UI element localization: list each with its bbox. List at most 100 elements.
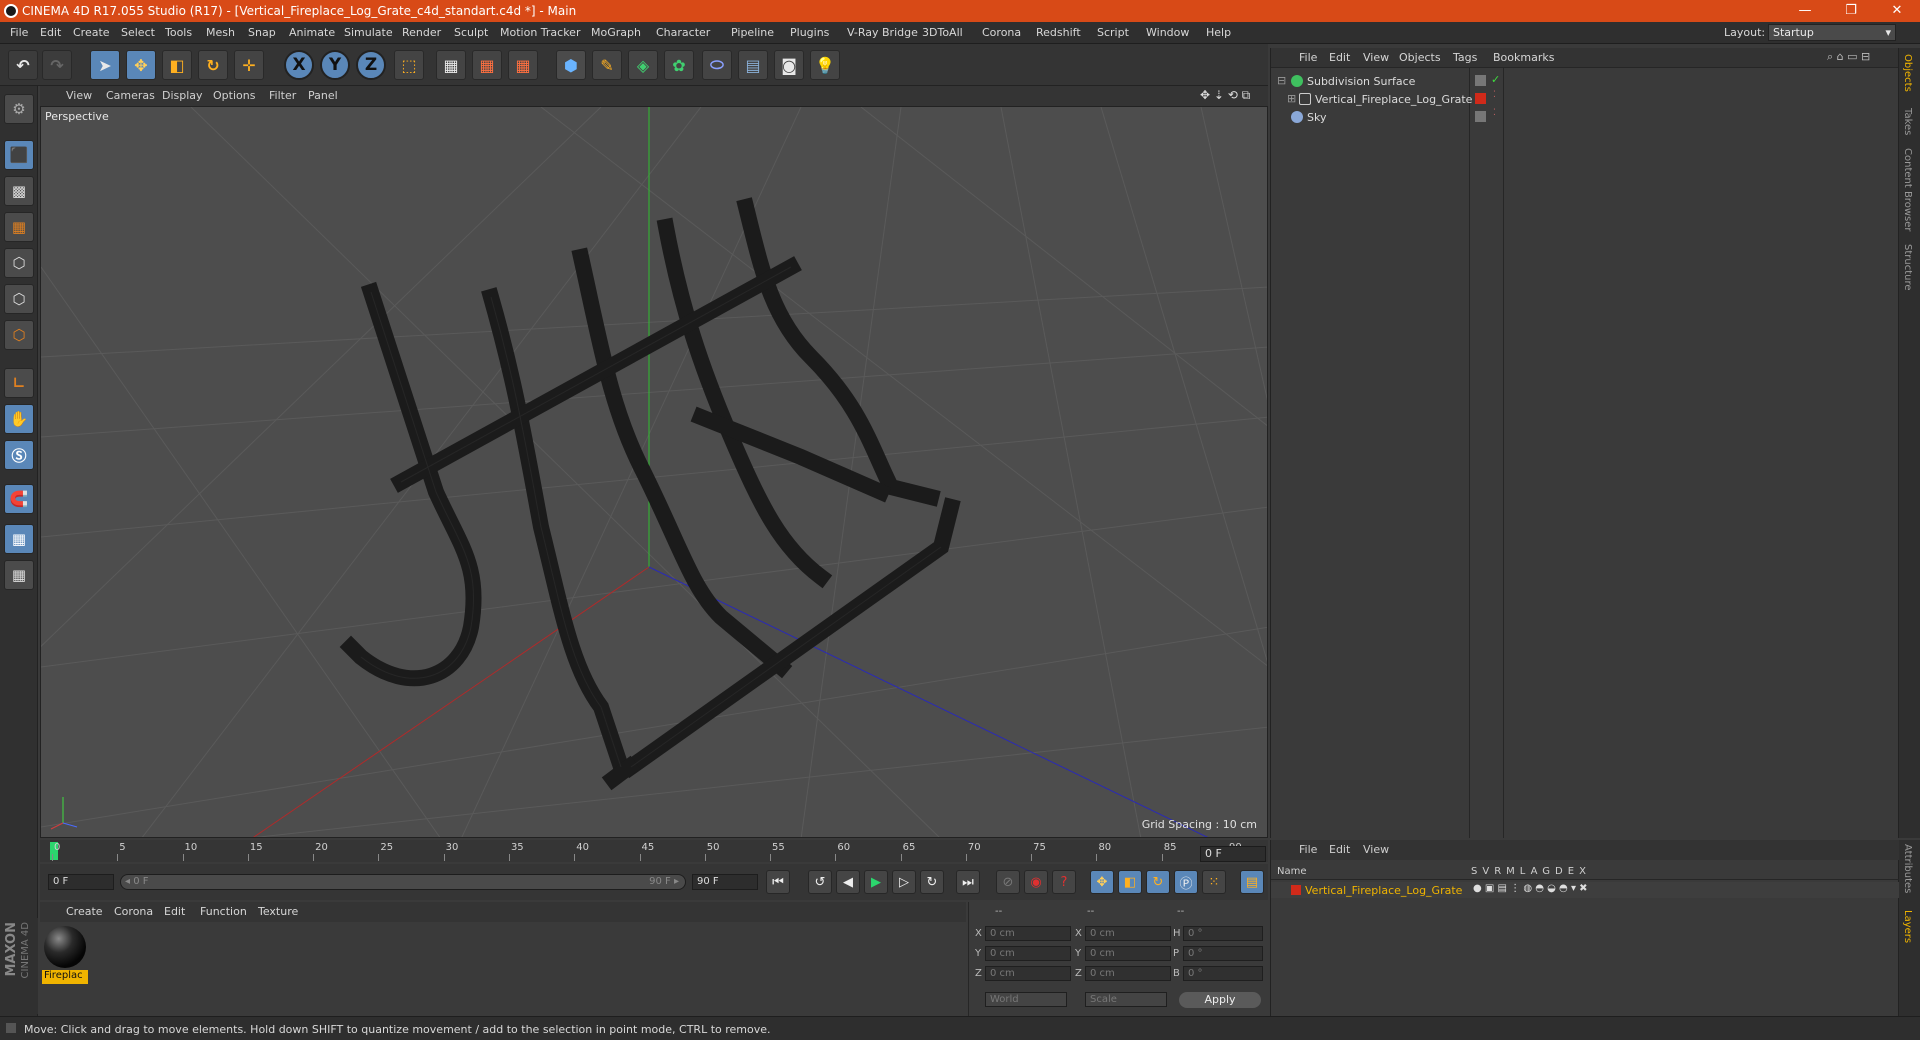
enabled-check-icon[interactable]: ✓ [1491, 73, 1500, 86]
object-menu-view[interactable]: View [1363, 51, 1389, 64]
menu-edit[interactable]: Edit [40, 26, 61, 39]
key-position-icon[interactable]: ✥ [1090, 870, 1114, 894]
lock-workplane-icon[interactable]: ▦ [4, 524, 34, 554]
menu-pipeline[interactable]: Pipeline [731, 26, 774, 39]
size-x-field[interactable]: 0 cm [1085, 926, 1171, 941]
transform-tool-icon[interactable]: ✛ [234, 50, 264, 80]
rotation-b-field[interactable]: 0 ° [1183, 966, 1263, 981]
menu-redshift[interactable]: Redshift [1036, 26, 1081, 39]
undo-icon[interactable]: ↶ [8, 50, 38, 80]
viewport-menu-view[interactable]: View [66, 89, 92, 102]
object-row-subdivision[interactable]: ⊟ Subdivision Surface ✓ [1273, 72, 1883, 90]
next-frame-icon[interactable]: ▷ [892, 870, 916, 894]
camera-icon[interactable]: ◙ [774, 50, 804, 80]
rotation-p-field[interactable]: 0 ° [1183, 946, 1263, 961]
menu-mesh[interactable]: Mesh [206, 26, 235, 39]
next-key-icon[interactable]: ↻ [920, 870, 944, 894]
position-y-field[interactable]: 0 cm [985, 946, 1071, 961]
viewport-menu-options[interactable]: Options [213, 89, 255, 102]
current-frame-field[interactable]: 0 F [1200, 846, 1266, 862]
spline-pen-icon[interactable]: ✎ [592, 50, 622, 80]
rotate-tool-icon[interactable]: ↻ [198, 50, 228, 80]
object-menu-objects[interactable]: Objects [1399, 51, 1441, 64]
cloner-icon[interactable]: ✿ [664, 50, 694, 80]
expand-icon[interactable]: ⊟ [1277, 74, 1286, 87]
solo-mode-icon[interactable]: Ⓢ [4, 440, 34, 470]
menu-render[interactable]: Render [402, 26, 441, 39]
material-menu-function[interactable]: Function [200, 905, 247, 918]
layer-row[interactable]: Vertical_Fireplace_Log_Grate ● ▣ ▤ ⋮ ◍ ◓… [1271, 882, 1899, 898]
axis-mode-icon[interactable]: ∟ [4, 368, 34, 398]
tweak-mode-icon[interactable]: ✋ [4, 404, 34, 434]
z-axis-lock-button[interactable]: Z [356, 50, 386, 80]
layer-name[interactable]: Vertical_Fireplace_Log_Grate [1305, 884, 1462, 897]
position-z-field[interactable]: 0 cm [985, 966, 1071, 981]
render-picture-viewer-icon[interactable]: ▦ [472, 50, 502, 80]
tab-takes[interactable]: Takes [1902, 108, 1913, 135]
position-x-field[interactable]: 0 cm [985, 926, 1071, 941]
edges-mode-icon[interactable]: ⬡ [4, 284, 34, 314]
layer-color-swatch[interactable] [1291, 885, 1301, 895]
tab-content-browser[interactable]: Content Browser [1902, 148, 1913, 231]
range-slider[interactable]: ◂ 0 F 90 F ▸ [120, 874, 686, 890]
object-menu-edit[interactable]: Edit [1329, 51, 1350, 64]
go-to-end-icon[interactable]: ⏭ [956, 870, 980, 894]
key-scale-icon[interactable]: ◧ [1118, 870, 1142, 894]
tab-structure[interactable]: Structure [1902, 244, 1913, 291]
material-menu-corona[interactable]: Corona [114, 905, 153, 918]
viewport-menu-cameras[interactable]: Cameras [106, 89, 155, 102]
planar-workplane-icon[interactable]: ▦ [4, 560, 34, 590]
points-mode-icon[interactable]: ⬡ [4, 248, 34, 278]
tab-objects[interactable]: Objects [1902, 54, 1913, 92]
close-button[interactable]: ✕ [1874, 0, 1920, 22]
rotation-h-field[interactable]: 0 ° [1183, 926, 1263, 941]
menu-help[interactable]: Help [1206, 26, 1231, 39]
menu-motion-tracker[interactable]: Motion Tracker [500, 26, 580, 39]
model-mode-icon[interactable]: ⬛ [4, 140, 34, 170]
redo-icon[interactable]: ↷ [42, 50, 72, 80]
object-menu-bookmarks[interactable]: Bookmarks [1493, 51, 1554, 64]
go-to-start-icon[interactable]: ⏮ [766, 870, 790, 894]
apply-button[interactable]: Apply [1179, 992, 1261, 1008]
light-icon[interactable]: 💡 [810, 50, 840, 80]
viewport-menu-filter[interactable]: Filter [269, 89, 296, 102]
menu-corona[interactable]: Corona [982, 26, 1021, 39]
viewport-menu-panel[interactable]: Panel [308, 89, 338, 102]
play-icon[interactable]: ▶ [864, 870, 888, 894]
search-icon[interactable]: ⌕ ⌂ ▭ ⊟ [1827, 50, 1870, 64]
material-name-label[interactable]: Fireplac [42, 970, 88, 984]
menu-vray-bridge[interactable]: V-Ray Bridge [847, 26, 918, 39]
timeline-window-icon[interactable]: ▤ [1240, 870, 1264, 894]
menu-tools[interactable]: Tools [165, 26, 192, 39]
menu-character[interactable]: Character [656, 26, 710, 39]
menu-sculpt[interactable]: Sculpt [454, 26, 488, 39]
autokey-icon[interactable]: ? [1052, 870, 1076, 894]
layer-menu-edit[interactable]: Edit [1329, 843, 1350, 856]
object-menu-tags[interactable]: Tags [1453, 51, 1477, 64]
material-menu-edit[interactable]: Edit [164, 905, 185, 918]
layer-menu-view[interactable]: View [1363, 843, 1389, 856]
previous-key-icon[interactable]: ↺ [808, 870, 832, 894]
y-axis-lock-button[interactable]: Y [320, 50, 350, 80]
key-rotation-icon[interactable]: ↻ [1146, 870, 1170, 894]
material-menu-create[interactable]: Create [66, 905, 103, 918]
viewport-navigation-icon[interactable]: ✥ ⇣ ⟲ ⧉ [1200, 88, 1250, 103]
end-frame-field[interactable]: 90 F [692, 874, 758, 890]
visibility-dots-icon[interactable]: ⁚ [1493, 108, 1496, 118]
deformer-icon[interactable]: ⬭ [702, 50, 732, 80]
cube-icon[interactable]: ⬢ [556, 50, 586, 80]
maximize-button[interactable]: ❐ [1828, 0, 1874, 22]
expand-icon[interactable]: ⊞ [1287, 92, 1296, 105]
render-settings-icon[interactable]: ▦ [508, 50, 538, 80]
tab-attributes[interactable]: Attributes [1902, 844, 1913, 893]
scale-tool-icon[interactable]: ◧ [162, 50, 192, 80]
perspective-viewport[interactable]: Perspective Grid Spacing : 10 cm [40, 106, 1268, 838]
previous-frame-icon[interactable]: ◀ [836, 870, 860, 894]
subdivision-surface-icon[interactable]: ◈ [628, 50, 658, 80]
menu-file[interactable]: File [10, 26, 28, 39]
size-mode-select[interactable]: Scale [1085, 992, 1167, 1007]
menu-animate[interactable]: Animate [289, 26, 335, 39]
visibility-dots-icon[interactable]: ⁚ [1493, 90, 1496, 100]
layer-flag-icons[interactable]: ● ▣ ▤ ⋮ ◍ ◓ ◒ ◓ ▾ ✖ [1473, 883, 1588, 894]
coordinate-system-icon[interactable]: ⬚ [394, 50, 424, 80]
